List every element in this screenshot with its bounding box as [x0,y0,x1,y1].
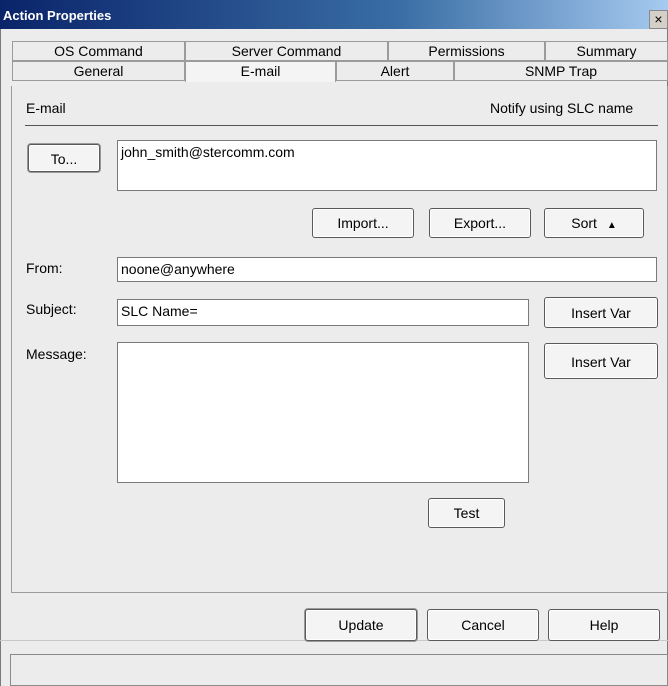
message-field[interactable] [117,342,529,483]
export-button[interactable]: Export... [429,208,531,238]
notify-label: Notify using SLC name [490,100,634,116]
status-bar [10,654,668,686]
section-divider [25,125,658,126]
sort-ascending-icon: ▲ [606,220,617,231]
tab-os-command[interactable]: OS Command [12,41,185,61]
test-button[interactable]: Test [428,498,505,528]
from-field[interactable]: noone@anywhere [117,257,657,282]
to-recipients-field[interactable]: john_smith@stercomm.com [117,140,657,191]
cancel-button[interactable]: Cancel [427,609,539,641]
tab-server-command[interactable]: Server Command [185,41,388,61]
subject-insert-var-button[interactable]: Insert Var [544,297,658,328]
to-button[interactable]: To... [28,144,100,172]
subject-field[interactable]: SLC Name= [117,299,529,326]
update-button[interactable]: Update [305,609,417,641]
close-icon[interactable]: × [649,10,668,29]
tab-alert[interactable]: Alert [336,61,454,81]
help-button[interactable]: Help [548,609,660,641]
sort-button-label: Sort [571,215,597,231]
tab-summary[interactable]: Summary [545,41,668,61]
tab-permissions[interactable]: Permissions [388,41,545,61]
tab-general[interactable]: General [12,61,185,81]
tab-snmp-trap[interactable]: SNMP Trap [454,61,668,81]
from-label: From: [26,260,63,276]
window-title: Action Properties [3,8,112,23]
import-button[interactable]: Import... [312,208,414,238]
message-insert-var-button[interactable]: Insert Var [544,343,658,379]
message-label: Message: [26,346,87,362]
section-label: E-mail [26,100,66,116]
tab-e-mail[interactable]: E-mail [185,61,336,82]
subject-label: Subject: [26,301,77,317]
sort-button[interactable]: Sort ▲ [544,208,644,238]
